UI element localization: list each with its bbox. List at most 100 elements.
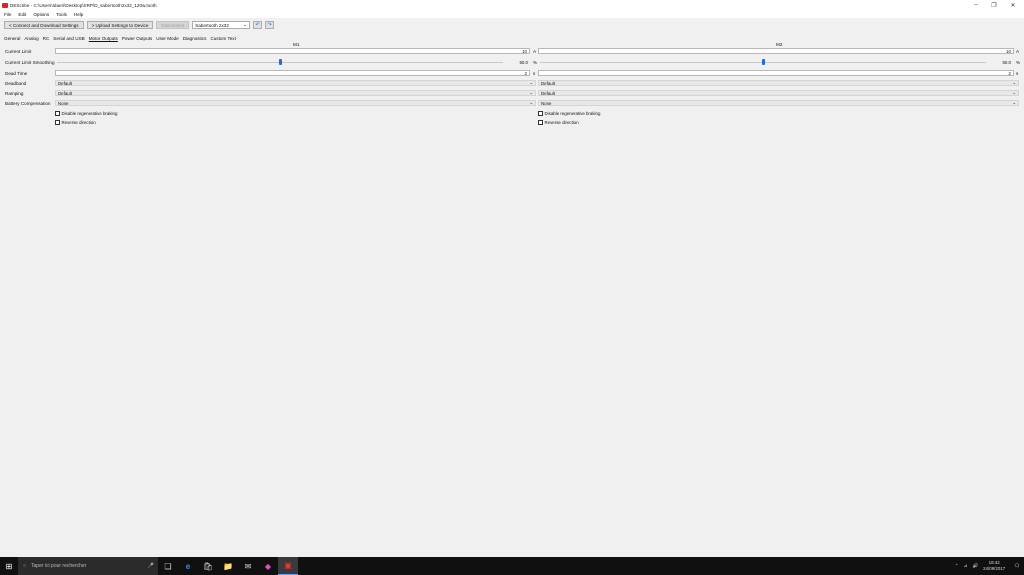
m1-reverse-direction-box[interactable] bbox=[55, 120, 60, 125]
m1-smoothing-value: 50.0 bbox=[519, 60, 528, 65]
network-icon[interactable]: ⊿ bbox=[964, 563, 968, 569]
tab-analog[interactable]: Analog bbox=[24, 36, 38, 41]
upload-settings-button[interactable]: > Upload Settings to Device bbox=[86, 21, 154, 29]
m1-deadband-select[interactable]: Default ⌄ bbox=[55, 80, 536, 86]
taskbar: ⊞ ○ Taper ici pour rechercher 🎤 ❏ e 🛍 📁 … bbox=[0, 557, 1024, 575]
clock[interactable]: 18:42 24/09/2017 bbox=[983, 560, 1005, 572]
minimize-icon: – bbox=[974, 2, 978, 8]
volume-icon[interactable]: 🔊 bbox=[972, 563, 978, 569]
ramping-label: Ramping bbox=[5, 91, 24, 96]
chevron-down-icon: ⌄ bbox=[243, 22, 248, 27]
m1-disable-regen-box[interactable] bbox=[55, 111, 60, 116]
system-tray: ⌃ ⊿ 🔊 18:42 24/09/2017 🗨 bbox=[955, 557, 1024, 575]
battery-compensation-label: Battery Compensation bbox=[5, 101, 51, 106]
tab-motor-outputs[interactable]: Motor Outputs bbox=[89, 36, 118, 41]
undo-button[interactable]: ↶ bbox=[253, 21, 263, 29]
menu-options[interactable]: Options bbox=[33, 12, 49, 17]
disconnect-button[interactable]: Disconnect bbox=[156, 21, 190, 29]
m1-current-limit-unit: A bbox=[533, 49, 537, 54]
m2-battery-compensation-value: None bbox=[541, 100, 552, 106]
m1-smoothing-unit: % bbox=[533, 60, 538, 65]
m2-ramping-value: Default bbox=[541, 90, 555, 96]
tab-rc[interactable]: RC bbox=[43, 36, 50, 41]
menu-file[interactable]: File bbox=[4, 12, 11, 17]
task-view-icon[interactable]: ❏ bbox=[158, 557, 178, 575]
close-button[interactable]: ✕ bbox=[1004, 0, 1022, 10]
microphone-icon[interactable]: 🎤 bbox=[148, 563, 154, 569]
m1-battery-compensation-select[interactable]: None ⌄ bbox=[55, 100, 536, 106]
tab-power-outputs[interactable]: Power Outputs bbox=[122, 36, 152, 41]
m2-disable-regen-checkbox[interactable]: Disable regenerative braking bbox=[538, 111, 600, 116]
m2-smoothing-value: 50.0 bbox=[1002, 60, 1011, 65]
maximize-button[interactable]: ❐ bbox=[985, 0, 1003, 10]
title-bar: DEScribe - C:\Users\Idaeri\Desktop\SRP\D… bbox=[0, 0, 1024, 10]
file-explorer-icon[interactable]: 📁 bbox=[218, 557, 238, 575]
m1-smoothing-slider-thumb[interactable] bbox=[278, 59, 282, 65]
settings-tabs: General Analog RC Serial and USB Motor O… bbox=[4, 35, 236, 42]
current-smoothing-label: Current Limit Smoothing bbox=[5, 60, 55, 65]
taskbar-search-placeholder: Taper ici pour rechercher bbox=[31, 563, 87, 569]
taskbar-search[interactable]: ○ Taper ici pour rechercher 🎤 bbox=[18, 557, 158, 575]
app-icon bbox=[2, 2, 8, 8]
windows-icon: ⊞ bbox=[5, 561, 13, 571]
connect-download-button[interactable]: < Connect and Download Settings bbox=[4, 21, 84, 29]
chevron-down-icon: ⌄ bbox=[1012, 100, 1016, 105]
chevron-down-icon: ⌄ bbox=[529, 80, 533, 85]
column-header-m2: M2 bbox=[776, 42, 783, 47]
m2-deadband-value: Default bbox=[541, 80, 555, 86]
store-icon[interactable]: 🛍 bbox=[198, 557, 218, 575]
dead-time-label: Dead Time bbox=[5, 71, 28, 76]
m1-ramping-value: Default bbox=[58, 90, 72, 96]
m1-dead-time-input[interactable]: 2 bbox=[55, 70, 530, 76]
m2-ramping-select[interactable]: Default ⌄ bbox=[538, 90, 1019, 96]
current-limit-label: Current Limit bbox=[5, 49, 32, 54]
tab-custom-text[interactable]: Custom Text bbox=[210, 36, 235, 41]
describe-app-icon[interactable]: ▣ bbox=[278, 557, 298, 575]
menu-edit[interactable]: Edit bbox=[18, 12, 26, 17]
m1-deadband-value: Default bbox=[58, 80, 72, 86]
m1-ramping-select[interactable]: Default ⌄ bbox=[55, 90, 536, 96]
redo-icon: ↷ bbox=[267, 22, 272, 28]
m1-disable-regen-checkbox[interactable]: Disable regenerative braking bbox=[55, 111, 117, 116]
restore-icon: ❐ bbox=[991, 2, 997, 9]
clock-date: 24/09/2017 bbox=[983, 566, 1006, 571]
chevron-down-icon: ⌄ bbox=[529, 100, 533, 105]
device-select[interactable]: Sabertooth 2x32 ⌄ bbox=[192, 21, 251, 29]
m2-reverse-direction-box[interactable] bbox=[538, 120, 543, 125]
m1-disable-regen-label: Disable regenerative braking bbox=[61, 111, 118, 116]
m2-deadband-select[interactable]: Default ⌄ bbox=[538, 80, 1019, 86]
chevron-down-icon: ⌄ bbox=[1012, 80, 1016, 85]
column-header-m1: M1 bbox=[293, 42, 300, 47]
deadband-label: Deadband bbox=[5, 81, 27, 86]
m2-battery-compensation-select[interactable]: None ⌄ bbox=[538, 100, 1019, 106]
m2-reverse-direction-label: Reverse direction bbox=[544, 120, 579, 125]
tab-diagnostics[interactable]: Diagnostics bbox=[183, 36, 207, 41]
tab-serial-usb[interactable]: Serial and USB bbox=[53, 36, 84, 41]
browser-icon[interactable]: ◆ bbox=[258, 557, 278, 575]
notifications-icon[interactable]: 🗨 bbox=[1014, 563, 1020, 569]
m2-dead-time-unit: s bbox=[1016, 71, 1019, 76]
toolbar: < Connect and Download Settings > Upload… bbox=[0, 19, 1024, 31]
m2-reverse-direction-checkbox[interactable]: Reverse direction bbox=[538, 120, 579, 125]
tab-user-mode[interactable]: User Mode bbox=[156, 36, 178, 41]
edge-icon[interactable]: e bbox=[178, 557, 198, 575]
undo-icon: ↶ bbox=[255, 22, 260, 28]
m1-current-limit-input[interactable]: 10 bbox=[55, 48, 530, 54]
menu-help[interactable]: Help bbox=[74, 12, 83, 17]
redo-button[interactable]: ↷ bbox=[265, 21, 275, 29]
mail-icon[interactable]: ✉ bbox=[238, 557, 258, 575]
menu-bar: File Edit Options Tools Help bbox=[0, 10, 1024, 18]
m2-smoothing-slider-thumb[interactable] bbox=[761, 59, 765, 65]
m2-smoothing-unit: % bbox=[1016, 60, 1021, 65]
menu-tools[interactable]: Tools bbox=[56, 12, 67, 17]
tab-general[interactable]: General bbox=[4, 36, 20, 41]
device-select-value: Sabertooth 2x32 bbox=[195, 22, 229, 28]
m2-disable-regen-box[interactable] bbox=[538, 111, 543, 116]
tray-overflow-icon[interactable]: ⌃ bbox=[955, 563, 959, 569]
m2-current-limit-input[interactable]: 10 bbox=[538, 48, 1014, 54]
m1-reverse-direction-checkbox[interactable]: Reverse direction bbox=[55, 120, 96, 125]
minimize-button[interactable]: – bbox=[967, 0, 985, 10]
start-button[interactable]: ⊞ bbox=[0, 557, 18, 575]
m2-dead-time-input[interactable]: 2 bbox=[538, 70, 1014, 76]
chevron-down-icon: ⌄ bbox=[1012, 90, 1016, 95]
